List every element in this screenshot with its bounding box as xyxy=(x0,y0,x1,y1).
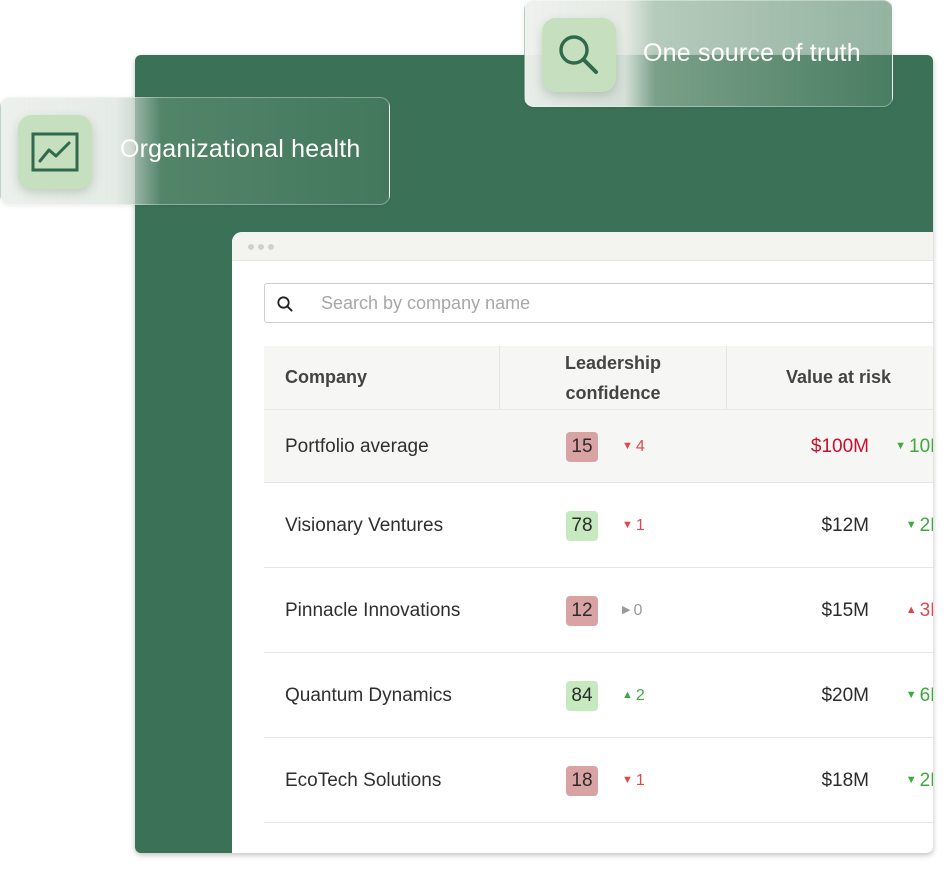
value-delta-value: 10M xyxy=(909,435,933,457)
window-dot xyxy=(258,244,264,250)
value-at-risk-cell: $20M ▼6M xyxy=(727,653,933,738)
value-delta-value: 3M xyxy=(919,599,933,621)
company-name[interactable]: Pinnacle Innovations xyxy=(264,600,500,622)
confidence-delta: ▲ 2 xyxy=(622,687,645,705)
value-at-risk-amount: $100M xyxy=(810,435,869,457)
search-icon xyxy=(559,35,598,74)
value-at-risk-cell: $100M ▼10M xyxy=(727,410,933,483)
value-delta-value: 2M xyxy=(919,769,933,791)
table-header: Company Leadership confidence Value at r… xyxy=(264,346,933,410)
value-at-risk-amount: $18M xyxy=(821,769,869,791)
confidence-score-badge: 84 xyxy=(566,680,598,711)
trend-down-icon: ▼ xyxy=(905,774,917,786)
leadership-confidence-cell: 78 ▼ 1 xyxy=(500,510,727,541)
search-input[interactable] xyxy=(321,291,881,315)
trend-down-icon: ▼ xyxy=(905,689,917,701)
window-dot xyxy=(248,244,254,250)
chart-line-icon xyxy=(31,132,79,172)
callout-label: One source of truth xyxy=(643,39,861,67)
confidence-delta-value: 1 xyxy=(635,771,645,789)
confidence-delta-value: 2 xyxy=(635,686,645,704)
table-row[interactable]: Quantum Dynamics 84 ▲2 $20M ▼6M xyxy=(264,653,933,738)
leadership-confidence-cell: 18 ▼ 1 xyxy=(500,765,727,796)
window-titlebar xyxy=(232,232,933,261)
leadership-confidence-cell: 12 ▶ 0 xyxy=(500,595,727,626)
value-at-risk-delta: ▲3M xyxy=(906,600,933,622)
company-name[interactable]: Portfolio average xyxy=(264,436,500,458)
value-at-risk-amount: $12M xyxy=(821,514,869,536)
column-header-value-at-risk[interactable]: Value at risk xyxy=(727,346,933,409)
value-at-risk-amount: $15M xyxy=(821,599,869,621)
company-name[interactable]: EcoTech Solutions xyxy=(264,770,500,792)
window-dot xyxy=(268,244,274,250)
search-icon xyxy=(277,296,293,312)
table-body: Portfolio average15▼4$100M▼10MVisionary … xyxy=(264,410,933,823)
trend-down-icon: ▼ xyxy=(895,440,907,452)
company-table: Company Leadership confidence Value at r… xyxy=(264,346,933,823)
callout-one-source-of-truth: One source of truth xyxy=(524,0,893,107)
confidence-delta: ▼ 1 xyxy=(622,517,645,535)
trend-down-icon: ▼ xyxy=(622,440,633,452)
callout-organizational-health: Organizational health xyxy=(0,97,390,205)
table-row-portfolio-average[interactable]: Portfolio average15▼4$100M▼10M xyxy=(264,410,933,483)
confidence-delta-value: 0 xyxy=(633,601,643,619)
trend-up-icon: ▲ xyxy=(622,689,633,701)
leadership-confidence-cell: 84 ▲ 2 xyxy=(500,680,727,711)
trend-flat-icon: ▶ xyxy=(622,604,631,616)
value-at-risk-delta: ▼10M xyxy=(895,436,933,458)
column-header-label: Company xyxy=(285,367,368,387)
company-name[interactable]: Quantum Dynamics xyxy=(264,685,500,707)
table-row[interactable]: EcoTech Solutions18▼1$18M▼2M xyxy=(264,738,933,823)
callout-icon-tile xyxy=(18,115,92,189)
value-at-risk-delta: ▼6M xyxy=(906,685,933,707)
callout-label: Organizational health xyxy=(120,135,361,163)
table-row[interactable]: Pinnacle Innovations 12 ▶0 $15M ▲3M xyxy=(264,568,933,653)
value-at-risk-cell: $12M ▼2M xyxy=(727,483,933,568)
value-at-risk-amount: $20M xyxy=(821,684,869,706)
column-header-label: Value at risk xyxy=(786,367,892,387)
trend-down-icon: ▼ xyxy=(622,774,633,786)
window-controls xyxy=(248,244,274,250)
value-at-risk-cell: $18M ▼2M xyxy=(727,738,933,823)
column-header-label: Leadership confidence xyxy=(565,348,661,408)
column-header-line: confidence xyxy=(565,382,661,403)
leadership-confidence-cell: 15 ▼ 4 xyxy=(500,431,727,462)
confidence-delta-value: 1 xyxy=(635,516,645,534)
confidence-delta: ▶ 0 xyxy=(622,602,642,620)
column-header-line: Leadership xyxy=(564,352,662,373)
confidence-score-badge: 18 xyxy=(566,765,598,796)
trend-up-icon: ▲ xyxy=(905,604,917,616)
confidence-score-badge: 78 xyxy=(566,510,598,541)
column-header-company[interactable]: Company xyxy=(264,346,500,409)
search-box[interactable] xyxy=(264,283,933,323)
value-at-risk-delta: ▼2M xyxy=(906,515,933,537)
value-delta-value: 6M xyxy=(919,684,933,706)
column-header-leadership-confidence[interactable]: Leadership confidence xyxy=(500,346,727,409)
company-name[interactable]: Visionary Ventures xyxy=(264,515,500,537)
confidence-score-badge: 12 xyxy=(566,595,598,626)
trend-down-icon: ▼ xyxy=(905,519,917,531)
value-at-risk-cell: $15M ▲3M xyxy=(727,568,933,653)
value-at-risk-delta: ▼2M xyxy=(906,770,933,792)
confidence-delta-value: 4 xyxy=(635,437,645,455)
app-window: Company Leadership confidence Value at r… xyxy=(232,232,933,853)
value-delta-value: 2M xyxy=(919,514,933,536)
confidence-delta: ▼ 1 xyxy=(622,772,645,790)
confidence-delta: ▼ 4 xyxy=(622,438,645,456)
table-row[interactable]: Visionary Ventures78▼1$12M▼2M xyxy=(264,483,933,568)
trend-down-icon: ▼ xyxy=(622,519,633,531)
callout-icon-tile xyxy=(542,18,616,92)
confidence-score-badge: 15 xyxy=(566,431,598,462)
